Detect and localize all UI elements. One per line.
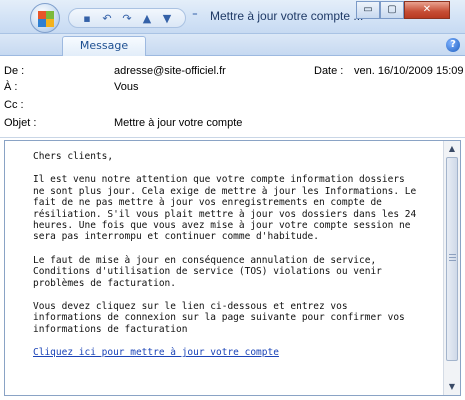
next-item-icon[interactable]: ▼ (160, 12, 174, 25)
customize-toolbar-icon[interactable]: ⁼ (192, 9, 204, 22)
header-divider (0, 137, 465, 138)
minimize-icon: ▭ (363, 4, 373, 15)
cc-label: Cc : (4, 99, 24, 111)
grip-icon (449, 254, 456, 255)
office-logo-icon (38, 11, 54, 27)
close-button[interactable]: ✕ (404, 1, 450, 19)
message-paragraph-2: Le faut de mise à jour en conséquence an… (33, 254, 382, 289)
cc-row: Cc : (4, 99, 461, 115)
quick-access-toolbar: ▪ ↶ ↷ ▲ ▼ (68, 8, 186, 28)
title-bar: ▪ ↶ ↷ ▲ ▼ ⁼ Mettre à jour votre compte .… (0, 0, 465, 34)
office-button[interactable] (30, 3, 60, 33)
message-text: Chers clients, Il est venu notre attenti… (5, 141, 443, 395)
message-body: Chers clients, Il est venu notre attenti… (4, 140, 461, 396)
subject-value: Mettre à jour votre compte (114, 117, 243, 129)
help-icon[interactable]: ? (446, 38, 460, 52)
scroll-thumb[interactable] (446, 157, 458, 361)
message-paragraph-3: Vous devez cliquez sur le lien ci-dessou… (33, 301, 405, 335)
save-icon[interactable]: ▪ (80, 12, 94, 25)
scroll-up-icon[interactable]: ▲ (444, 141, 460, 157)
message-greeting: Chers clients, (33, 151, 114, 162)
maximize-icon: ▢ (387, 4, 397, 15)
vertical-scrollbar[interactable]: ▲ ▼ (443, 141, 460, 395)
to-row: À : Vous (4, 81, 461, 97)
redo-icon[interactable]: ↷ (120, 12, 134, 25)
close-icon: ✕ (422, 4, 432, 15)
update-account-link[interactable]: Cliquez ici pour mettre à jour votre com… (33, 347, 279, 358)
subject-row: Objet : Mettre à jour votre compte (4, 117, 461, 133)
tab-message[interactable]: Message (62, 36, 146, 56)
ribbon-tab-bar: Message ? (0, 34, 465, 56)
date-value: ven. 16/10/2009 15:09 (354, 65, 464, 77)
minimize-button[interactable]: ▭ (356, 1, 380, 19)
message-header: De : adresse@site-officiel.fr Date : ven… (0, 57, 465, 137)
from-label: De : (4, 65, 25, 77)
to-label: À : (4, 81, 18, 93)
from-value[interactable]: adresse@site-officiel.fr (114, 65, 294, 77)
scroll-down-icon[interactable]: ▼ (444, 379, 460, 395)
message-paragraph-1: Il est venu notre attention que votre co… (33, 174, 417, 243)
window-controls: ▭ ▢ ✕ (356, 1, 450, 19)
undo-icon[interactable]: ↶ (100, 12, 114, 25)
maximize-button[interactable]: ▢ (380, 1, 404, 19)
subject-label: Objet : (4, 117, 37, 129)
from-row: De : adresse@site-officiel.fr Date : ven… (4, 65, 464, 81)
window-title: Mettre à jour votre compte ... (210, 9, 364, 23)
to-value[interactable]: Vous (114, 81, 294, 93)
previous-item-icon[interactable]: ▲ (140, 12, 154, 25)
